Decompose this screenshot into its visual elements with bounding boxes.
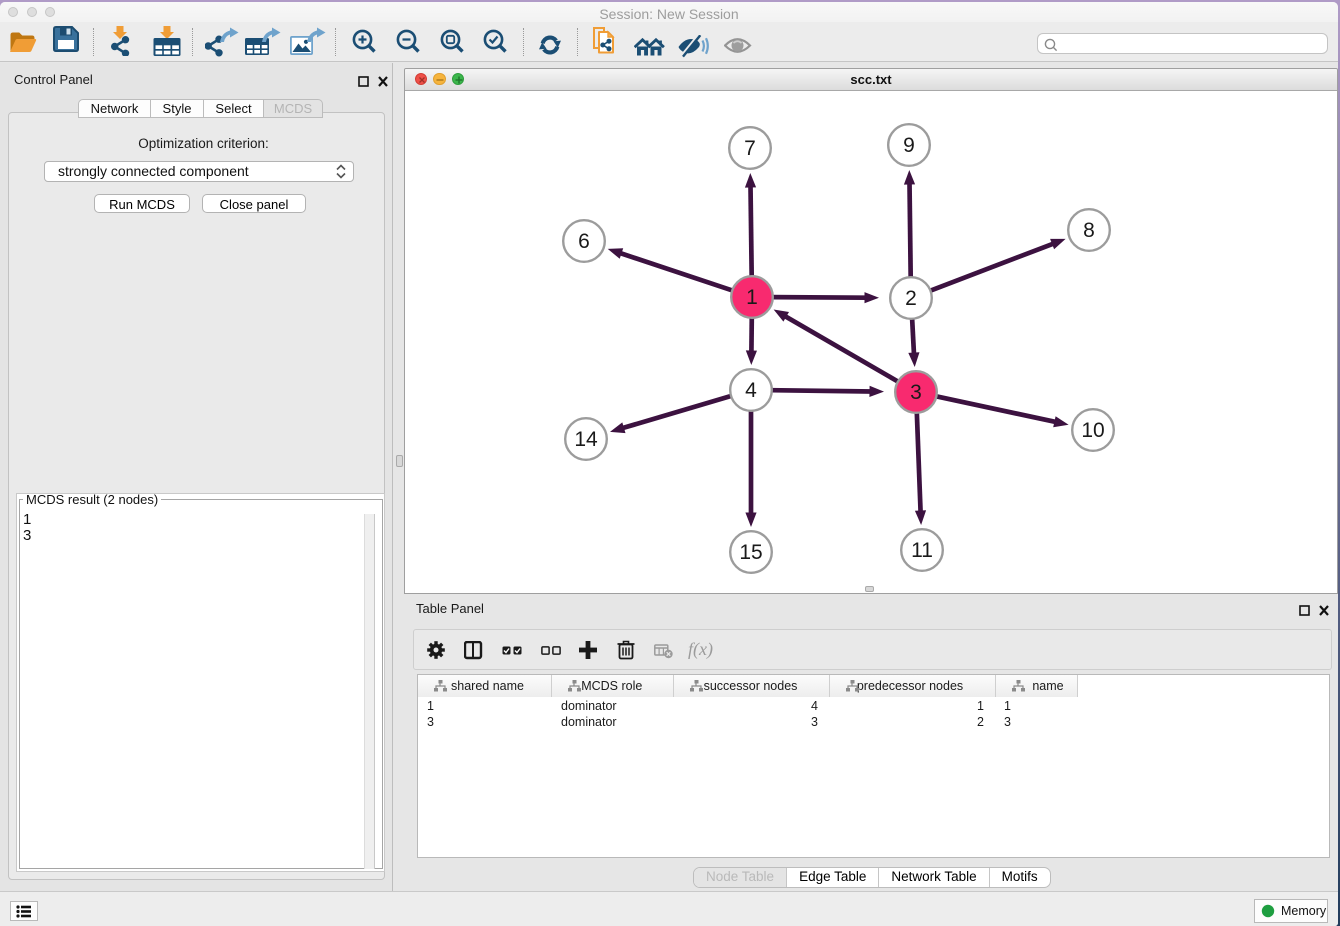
svg-text:8: 8 (1083, 219, 1095, 242)
svg-text:15: 15 (739, 541, 762, 564)
svg-text:1: 1 (746, 286, 758, 309)
svg-text:9: 9 (903, 134, 915, 157)
svg-text:14: 14 (574, 428, 598, 451)
svg-text:4: 4 (745, 379, 757, 402)
svg-text:6: 6 (578, 230, 590, 253)
svg-text:2: 2 (905, 287, 917, 310)
svg-text:10: 10 (1081, 419, 1104, 442)
svg-text:11: 11 (911, 539, 933, 562)
svg-text:7: 7 (744, 137, 756, 160)
svg-text:3: 3 (910, 381, 922, 404)
